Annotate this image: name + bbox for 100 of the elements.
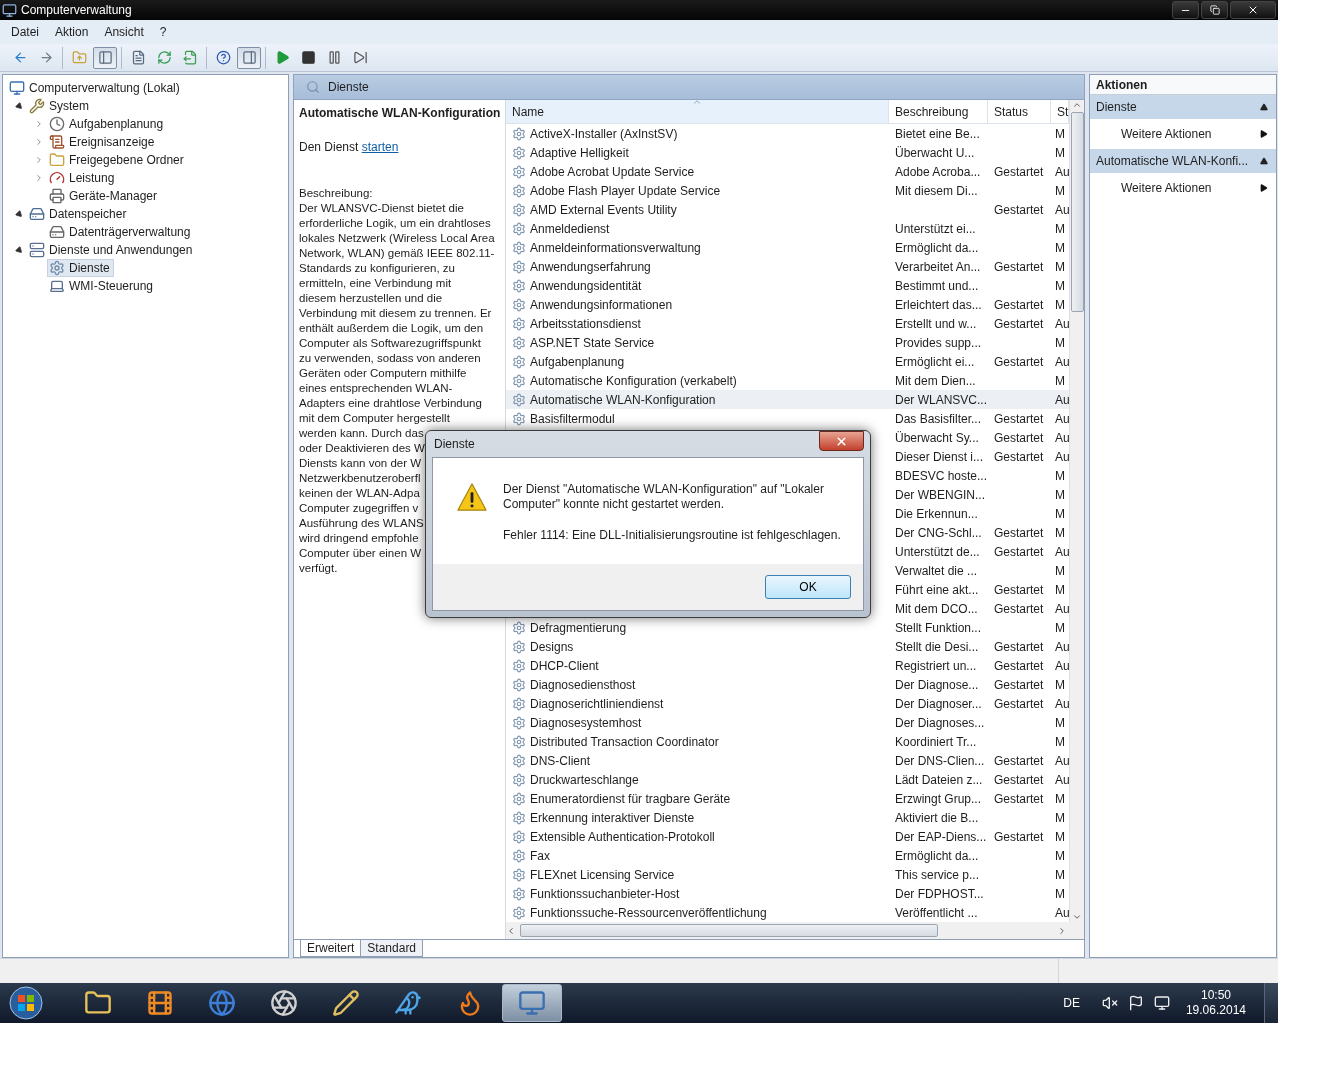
service-row[interactable]: Fax Ermöglicht da... M	[506, 846, 1069, 865]
startup-type: M	[1055, 867, 1065, 882]
service-row[interactable]: Arbeitsstationsdienst Erstellt und w... Gestartet Au	[506, 314, 1069, 333]
warning-icon	[457, 482, 487, 512]
clock-time: 10:50	[1200, 988, 1231, 1003]
service-row[interactable]: Funktionssuche-Ressourcenveröffentlichung Veröffentlicht ... Au	[506, 903, 1069, 922]
scroll-thumb[interactable]	[1070, 112, 1084, 312]
horizontal-scrollbar[interactable]	[506, 922, 1084, 939]
service-row[interactable]: Designs Stellt die Desi... Gestartet Au	[506, 637, 1069, 656]
close-button[interactable]	[819, 431, 864, 451]
collapse-arrow-icon[interactable]	[1260, 103, 1268, 111]
gear-icon	[512, 164, 526, 179]
service-row[interactable]: Anmeldedienst Unterstützt ei... M	[506, 219, 1069, 238]
description-line: Computer über einen W	[299, 546, 422, 561]
scroll-left-icon[interactable]	[506, 925, 516, 936]
service-row[interactable]: Automatische WLAN-Konfiguration Der WLANSVC... Au	[506, 390, 1069, 409]
service-row[interactable]: ASP.NET State Service Provides supp... M	[506, 333, 1069, 352]
collapse-arrow-icon[interactable]	[1260, 157, 1268, 165]
service-name: Adobe Acrobat Update Service	[530, 164, 695, 179]
service-row[interactable]: Adobe Flash Player Update Service Mit diesem Di... M	[506, 181, 1069, 200]
tree-item[interactable]: Dienste	[47, 259, 114, 277]
service-row[interactable]: AMD External Events Utility Gestartet Au	[506, 200, 1069, 219]
service-row[interactable]: Funktionssuchanbieter-Host Der FDPHOST... M	[506, 884, 1069, 903]
service-row[interactable]: Basisfiltermodul Das Basisfilter... Gestartet Au	[506, 409, 1069, 428]
language-indicator[interactable]: DE	[1063, 996, 1080, 1010]
show-desktop-button[interactable]	[1264, 983, 1278, 1023]
scroll-thumb[interactable]	[520, 924, 938, 937]
tree-item[interactable]: Dienste und Anwendungen	[27, 241, 197, 259]
service-name: ASP.NET State Service	[530, 335, 655, 350]
menu-item[interactable]: Datei	[4, 22, 46, 42]
restore-button[interactable]	[1201, 1, 1228, 19]
service-row[interactable]: Automatische Konfiguration (verkabelt) Mit dem Dien... M	[506, 371, 1069, 390]
description-line: Computer als Softwarezugriffspunkt	[299, 336, 481, 351]
service-row[interactable]: Anmeldeinformationsverwaltung Ermöglicht da... M	[506, 238, 1069, 257]
tree-item[interactable]: Computerverwaltung (Lokal)	[7, 79, 184, 97]
service-status: Gestartet	[994, 411, 1044, 426]
scroll-down-icon[interactable]	[1072, 912, 1082, 922]
tree-item[interactable]: System	[27, 97, 93, 115]
action-item[interactable]: Weitere Aktionen	[1090, 173, 1276, 203]
service-row[interactable]: DNS-Client Der DNS-Clien... Gestartet Au	[506, 751, 1069, 770]
description-line: Standards zu konfigurieren, zu	[299, 261, 455, 276]
service-status: Gestartet	[994, 354, 1044, 369]
tree-item[interactable]: Ereignisanzeige	[47, 133, 159, 151]
startup-type: M	[1055, 506, 1065, 521]
service-row[interactable]: Aufgabenplanung Ermöglicht ei... Gestartet Au	[506, 352, 1069, 371]
scroll-right-icon[interactable]	[1057, 925, 1067, 936]
service-row[interactable]: FLEXnet Licensing Service This service p... M	[506, 865, 1069, 884]
service-row[interactable]: Diagnoserichtliniendienst Der Diagnoser... Gestartet Au	[506, 694, 1069, 713]
service-row[interactable]: ActiveX-Installer (AxInstSV) Bietet eine Be... M	[506, 124, 1069, 143]
action-item[interactable]: Weitere Aktionen	[1090, 119, 1276, 149]
globe-icon	[208, 989, 236, 1017]
vertical-scrollbar[interactable]	[1069, 100, 1084, 922]
gear-icon	[512, 411, 526, 426]
service-row[interactable]: Adaptive Helligkeit Überwacht U... M	[506, 143, 1069, 162]
service-status: Gestartet	[994, 544, 1044, 559]
scroll-up-icon[interactable]	[1072, 100, 1082, 110]
service-row[interactable]: Extensible Authentication-Protokoll Der EAP-Diens... Gestartet M	[506, 827, 1069, 846]
expanded-arrow-icon[interactable]	[14, 101, 24, 111]
service-name: Designs	[530, 639, 574, 654]
service-row[interactable]: Anwendungserfahrung Verarbeitet An... Gestartet M	[506, 257, 1069, 276]
service-row[interactable]: Druckwarteschlange Lädt Dateien z... Gestartet Au	[506, 770, 1069, 789]
tree-item[interactable]: Datenspeicher	[27, 205, 131, 223]
column-header[interactable]: Name	[506, 100, 889, 123]
description-line: lokales Netzwerk (Wireless Local Area	[299, 231, 495, 246]
section-header[interactable]: Dienste	[1090, 95, 1276, 119]
tree-item[interactable]: Datenträgerverwaltung	[47, 223, 195, 241]
menu-item[interactable]: Ansicht	[97, 22, 151, 42]
tree-item[interactable]: Geräte-Manager	[47, 187, 162, 205]
tree-item[interactable]: WMI-Steuerung	[47, 277, 158, 295]
ok-button[interactable]: OK	[765, 575, 851, 599]
menu-item[interactable]: Aktion	[48, 22, 96, 42]
description-line: Network, WLAN) gemäß IEEE 802.11-	[299, 246, 495, 261]
start-button[interactable]	[6, 984, 46, 1022]
service-row[interactable]: Diagnosediensthost Der Diagnose... Gestartet M	[506, 675, 1069, 694]
startup-type: M	[1055, 487, 1065, 502]
service-row[interactable]: Erkennung interaktiver Dienste Aktiviert die B... M	[506, 808, 1069, 827]
view-tab[interactable]: Standard	[360, 940, 424, 957]
service-row[interactable]: Anwendungsidentität Bestimmt und... M	[506, 276, 1069, 295]
flag-icon[interactable]	[1127, 995, 1144, 1011]
document-icon	[130, 50, 146, 65]
tree-item[interactable]: Freigegebene Ordner	[47, 151, 188, 169]
tree-item[interactable]: Leistung	[47, 169, 119, 187]
service-row[interactable]: Adobe Acrobat Update Service Adobe Acroba... Gestartet Au	[506, 162, 1069, 181]
service-row[interactable]: Defragmentierung Stellt Funktion... M	[506, 618, 1069, 637]
expanded-arrow-icon[interactable]	[14, 245, 24, 255]
actions-title: Aktionen	[1090, 75, 1276, 95]
service-row[interactable]: Distributed Transaction Coordinator Koordiniert Tr... M	[506, 732, 1069, 751]
service-row[interactable]: Diagnosesystemhost Der Diagnoses... M	[506, 713, 1069, 732]
expanded-arrow-icon[interactable]	[14, 209, 24, 219]
service-row[interactable]: Anwendungsinformationen Erleichtert das... Gestartet M	[506, 295, 1069, 314]
section-header[interactable]: Automatische WLAN-Konfi...	[1090, 149, 1276, 173]
network-icon[interactable]	[1153, 995, 1170, 1011]
tree-item[interactable]: Aufgabenplanung	[47, 115, 168, 133]
start-link[interactable]: starten	[361, 140, 399, 154]
clock[interactable]: 10:50 19.06.2014	[1185, 988, 1246, 1018]
service-row[interactable]: Enumeratordienst für tragbare Geräte Erzwingt Grup... Gestartet M	[506, 789, 1069, 808]
muted-speaker-icon[interactable]	[1101, 995, 1118, 1011]
view-tab[interactable]: Erweitert	[300, 940, 362, 957]
service-row[interactable]: DHCP-Client Registriert un... Gestartet Au	[506, 656, 1069, 675]
menu-item[interactable]: ?	[152, 22, 174, 42]
